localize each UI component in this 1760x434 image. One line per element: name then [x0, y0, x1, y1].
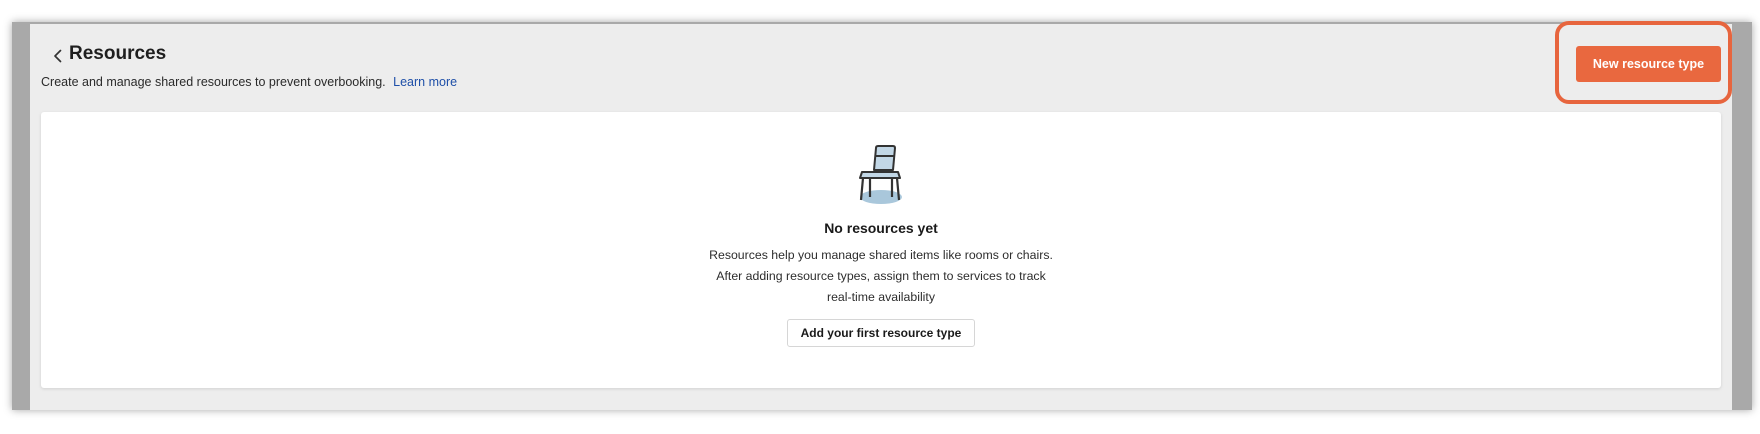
empty-state-line-2: After adding resource types, assign them… — [716, 269, 1046, 283]
resources-page: Resources Create and manage shared resou… — [30, 21, 1732, 410]
new-resource-type-button[interactable]: New resource type — [1576, 46, 1721, 82]
learn-more-link[interactable]: Learn more — [393, 75, 457, 89]
chair-icon — [859, 145, 902, 204]
empty-state-line-3: real-time availability — [827, 290, 935, 304]
empty-state-title: No resources yet — [824, 220, 938, 236]
empty-state-card: No resources yet Resources help you mana… — [41, 112, 1721, 388]
page-description-text: Create and manage shared resources to pr… — [41, 75, 386, 89]
empty-state: No resources yet Resources help you mana… — [41, 112, 1721, 347]
empty-state-description: Resources help you manage shared items l… — [691, 245, 1071, 308]
page-title: Resources — [69, 43, 167, 64]
empty-state-line-1: Resources help you manage shared items l… — [709, 248, 1053, 262]
chevron-left-icon[interactable] — [48, 46, 68, 66]
add-first-resource-type-button[interactable]: Add your first resource type — [786, 319, 976, 347]
page-description: Create and manage shared resources to pr… — [41, 75, 457, 89]
